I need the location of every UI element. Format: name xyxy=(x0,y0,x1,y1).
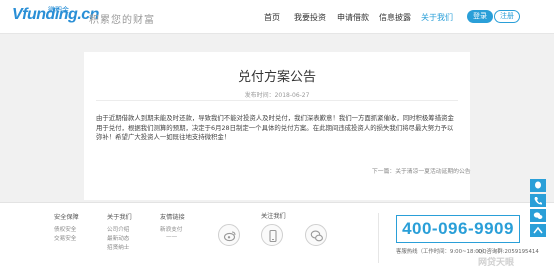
register-button[interactable]: 注册 xyxy=(494,10,520,23)
hotline-hours: 客服热线（工作时间：9:00~18:00） xyxy=(396,249,488,255)
article-body: 由于近期借款人到期未能及时还款，导致我们不能对投资人及时兑付，我们深表歉意！我们… xyxy=(96,114,454,141)
mobile-app-icon[interactable] xyxy=(261,224,283,246)
float-sidebar xyxy=(530,179,546,237)
footer-col-about-title: 关于我们 xyxy=(107,214,132,221)
logo-subtext: 微积金 xyxy=(48,6,69,14)
qq-group: QQ咨询群:2059195414 xyxy=(478,249,539,255)
top-header: Vfunding.cn 微积金 积累您的财富 首页 我要投资 申请借款 信息披露… xyxy=(0,0,554,34)
footer-link-news[interactable]: 最新动态 xyxy=(107,234,129,242)
footer-link-jobs[interactable]: 招贤纳士 xyxy=(107,243,129,251)
footer-link-sina-pay[interactable]: 新浪支付 xyxy=(160,225,182,233)
title-divider xyxy=(96,100,458,101)
footer-col-links-title: 友情链接 xyxy=(160,214,185,221)
qq-icon[interactable] xyxy=(530,179,546,192)
weibo-icon[interactable] xyxy=(218,224,240,246)
footer-col-security-title: 安全保障 xyxy=(54,214,79,221)
back-to-top-icon[interactable] xyxy=(530,224,546,237)
publish-time: 发布时间：2018-06-27 xyxy=(244,92,310,99)
footer-link-debt-security[interactable]: 债权安全 xyxy=(54,225,76,233)
nav-disclosure[interactable]: 信息披露 xyxy=(379,12,411,23)
next-article-link[interactable]: 下一篇：关于清凉一夏活动延期的公告 xyxy=(372,166,471,175)
footer-divider xyxy=(378,213,379,263)
site-logo[interactable]: Vfunding.cn 微积金 xyxy=(10,6,99,28)
nav-home[interactable]: 首页 xyxy=(264,12,280,23)
announcement-card: 兑付方案公告 发布时间：2018-06-27 由于近期借款人到期未能及时还款，导… xyxy=(84,52,470,200)
wechat-icon[interactable] xyxy=(305,224,327,246)
follow-us-title: 关注我们 xyxy=(261,213,286,220)
site-slogan: 积累您的财富 xyxy=(89,15,155,26)
login-button[interactable]: 登录 xyxy=(467,10,493,23)
site-footer: 安全保障 债权安全 交易安全 关于我们 公司介绍 最新动态 招贤纳士 友情链接 … xyxy=(0,202,554,273)
nav-about[interactable]: 关于我们 xyxy=(421,12,453,23)
nav-borrow[interactable]: 申请借款 xyxy=(337,12,369,23)
nav-invest[interactable]: 我要投资 xyxy=(294,12,326,23)
phone-box: 400-096-9909 xyxy=(396,215,520,243)
service-phone: 400-096-9909 xyxy=(402,219,514,238)
wechat-float-icon[interactable] xyxy=(530,209,546,222)
phone-icon[interactable] xyxy=(530,194,546,207)
footer-link-dash: —— xyxy=(166,234,178,240)
page-title: 兑付方案公告 xyxy=(237,70,316,85)
footer-link-trade-security[interactable]: 交易安全 xyxy=(54,234,76,242)
footer-link-company[interactable]: 公司介绍 xyxy=(107,225,129,233)
watermark: 网贷天眼 xyxy=(478,258,515,268)
